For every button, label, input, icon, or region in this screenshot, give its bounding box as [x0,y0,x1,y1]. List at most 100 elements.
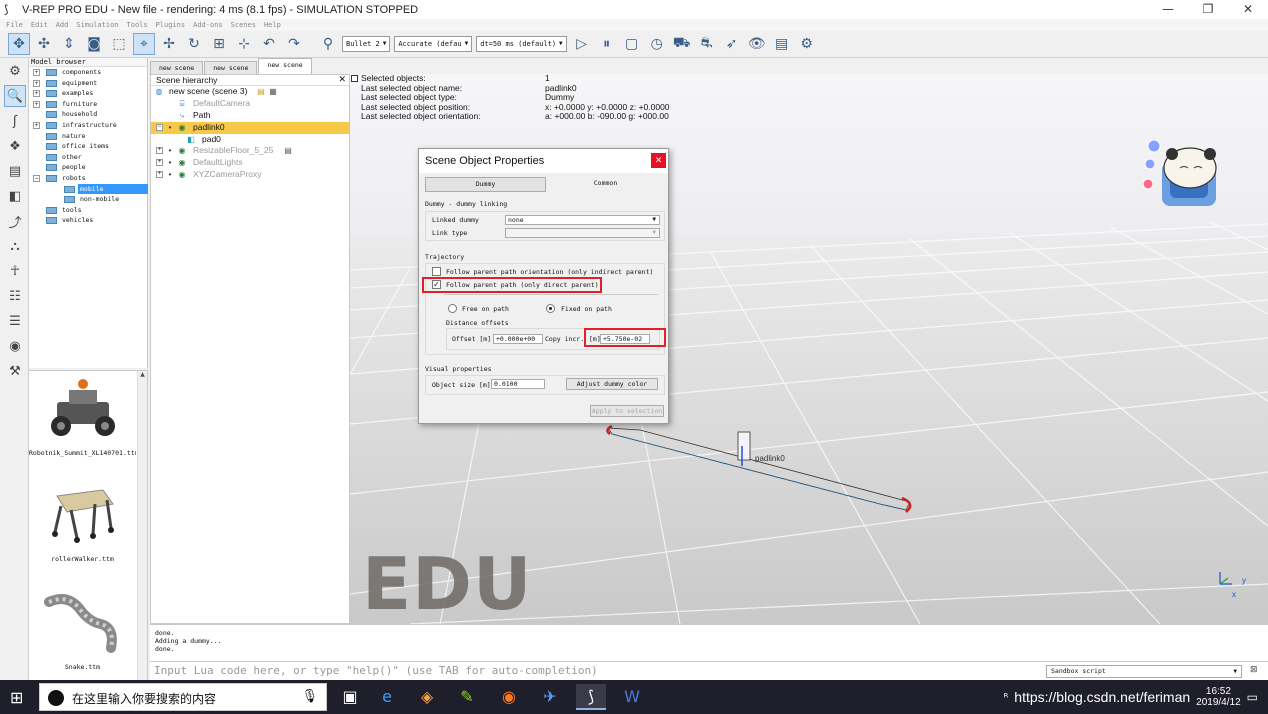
script-mode-select[interactable]: Sandbox script ▼ [1046,665,1242,678]
close-icon[interactable]: ✕ [338,74,346,85]
model-folder[interactable]: tools [29,205,147,216]
scene-hierarchy-icon[interactable]: ☷ [4,285,26,307]
expand-icon[interactable]: + [33,121,40,129]
model-browser-icon[interactable]: ☥ [4,260,26,282]
camera-shift-icon[interactable]: ⇕ [58,33,80,55]
selection-icon[interactable]: ⛬ [4,235,26,257]
pause-icon[interactable]: ⏸ [596,33,618,55]
model-folder-selected[interactable]: mobile [29,183,148,195]
accuracy-select[interactable]: Accurate (defau ▼ [394,36,473,52]
model-folder[interactable]: + equipment [29,78,147,89]
visualization-icon[interactable]: 👁 [746,33,768,55]
undo-icon[interactable]: ↶ [258,33,280,55]
collapse-icon[interactable]: − [156,123,163,131]
engine-select[interactable]: Bullet 2 ▼ [342,36,391,52]
word-app-icon[interactable]: W [617,684,647,710]
menu-scenes[interactable]: Scenes [231,21,256,29]
object-shift-icon[interactable]: ✢ [158,33,180,55]
model-folder[interactable]: people [29,162,147,173]
model-folder[interactable]: − robots [29,173,147,184]
tab-scene-2[interactable]: new scene [204,61,258,74]
follow-orientation-checkbox[interactable] [432,267,441,276]
play-icon[interactable]: ▷ [571,33,593,55]
model-thumbnail[interactable]: Snake.ttm [29,589,136,671]
microphone-icon[interactable]: 🎙 [301,689,318,704]
camera-rotate-icon[interactable]: ✣ [33,33,55,55]
menu-file[interactable]: File [6,21,23,29]
scene-page-icon[interactable]: ▤ [771,33,793,55]
person-icon[interactable]: ᴿ [1003,691,1008,704]
tree-item-lights[interactable]: + • ◉ DefaultLights [151,157,349,169]
camera-pan-icon[interactable]: ✥ [8,33,30,55]
menu-edit[interactable]: Edit [31,21,48,29]
expand-icon[interactable]: + [156,147,163,155]
tab-scene-1[interactable]: new scene [150,61,204,74]
model-folder[interactable]: nature [29,131,147,142]
object-size-input[interactable]: 0.0100 [491,379,545,389]
slower-icon[interactable]: ⛟ [671,33,693,55]
path-edit-icon[interactable]: ⤴ [4,210,26,232]
tree-item-camera[interactable]: ⌸ DefaultCamera [151,98,349,110]
tree-item-scene-root[interactable]: ◍ new scene (scene 3) ▤ ▦ [151,86,349,98]
faster-icon[interactable]: ⛐ [696,33,718,55]
checkbox-icon[interactable] [351,75,358,82]
offset-input[interactable]: +0.000e+00 [493,334,543,344]
tree-item-padlink0[interactable]: − • ◉ padlink0 [151,121,349,134]
timestep-select[interactable]: dt=50 ms (default) ▼ [476,36,567,52]
model-folder[interactable]: + furniture [29,99,147,110]
dynamics-engine-icon[interactable]: ⚲ [317,33,339,55]
model-folder[interactable]: non-mobile [29,194,147,205]
menu-simulation[interactable]: Simulation [76,21,118,29]
tree-item-path[interactable]: ⤷ Path [151,110,349,122]
tree-item-camera-proxy[interactable]: + • ◉ XYZCameraProxy [151,169,349,181]
firefox-icon[interactable]: ◉ [494,684,524,710]
edge-browser-icon[interactable]: e [372,684,402,710]
tab-scene-3[interactable]: new scene [258,58,312,74]
apply-to-selection-button[interactable]: Apply to selection [590,405,664,417]
menu-tools[interactable]: Tools [127,21,148,29]
collapse-icon[interactable]: − [33,174,40,182]
adjust-dummy-color-button[interactable]: Adjust dummy color [566,378,658,390]
scroll-up-icon[interactable]: ▲ [138,371,147,378]
fixed-on-path-radio[interactable] [546,304,555,313]
expand-icon[interactable]: + [33,69,40,76]
close-button[interactable]: ✕ [1228,0,1268,19]
assemble-icon[interactable]: ⊞ [208,33,230,55]
redo-icon[interactable]: ↷ [283,33,305,55]
tab-common[interactable]: Common [546,177,665,192]
tree-item-pad0[interactable]: ◧ pad0 [151,134,349,146]
transfer-dna-icon[interactable]: ⊹ [233,33,255,55]
realtime-icon[interactable]: ◷ [646,33,668,55]
collections-icon[interactable]: ❖ [4,135,26,157]
maximize-button[interactable]: ❐ [1188,0,1228,19]
expand-icon[interactable]: + [156,159,163,167]
shape-edit-icon[interactable]: ◧ [4,185,26,207]
scripts-icon[interactable]: ▤ [4,160,26,182]
menu-add[interactable]: Add [56,21,69,29]
menu-addons[interactable]: Add-ons [193,21,223,29]
taskbar-search-box[interactable]: 在这里输入你要搜索的内容 🎙 [39,683,327,711]
model-folder[interactable]: other [29,152,147,163]
paint-app-icon[interactable]: ✎ [452,684,482,710]
layer-icon[interactable]: ⚙ [796,33,818,55]
notification-icon[interactable]: ▭ [1247,690,1258,704]
thumbnail-scrollbar[interactable]: ▲ [137,371,147,681]
expand-icon[interactable]: + [33,79,40,87]
model-folder[interactable]: household [29,109,147,120]
model-folder[interactable]: + infrastructure [29,120,147,131]
free-on-path-radio[interactable] [448,304,457,313]
expand-icon[interactable]: + [156,171,163,179]
model-thumbnail[interactable]: Robotnik_Summit_XL140701.ttm [29,375,136,457]
expand-icon[interactable]: + [33,100,40,108]
linked-dummy-select[interactable]: none ▼ [505,215,660,225]
camera-angle-icon[interactable]: ◙ [83,33,105,55]
calculation-modules-icon[interactable]: ʃ [4,110,26,132]
menu-help[interactable]: Help [264,21,281,29]
user-settings-icon[interactable]: ⚒ [4,360,26,382]
model-thumbnail[interactable]: rollerWalker.ttm [29,481,136,563]
windows-start-icon[interactable]: ⊞ [10,688,23,707]
dialog-close-button[interactable]: ✕ [651,153,666,168]
link-type-select[interactable]: ▼ [505,228,660,238]
simulation-settings-icon[interactable]: ⚙ [4,60,26,82]
expand-icon[interactable]: + [33,90,40,98]
